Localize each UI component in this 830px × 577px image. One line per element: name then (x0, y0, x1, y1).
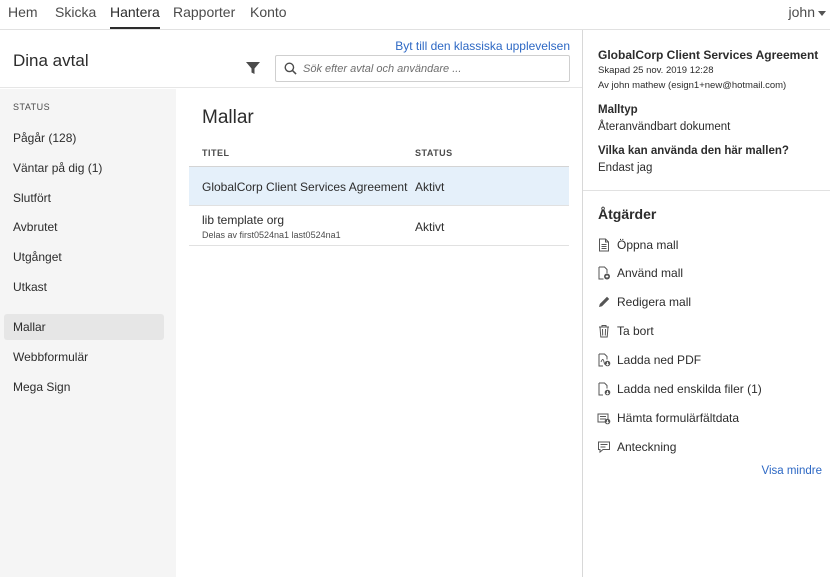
sidebar-item-waiting[interactable]: Väntar på dig (1) (4, 155, 164, 181)
search-field[interactable] (275, 55, 570, 82)
tab-hantera[interactable]: Hantera (110, 4, 160, 29)
download-files-icon (598, 382, 611, 396)
form-data-icon (597, 413, 611, 425)
switch-classic-link[interactable]: Byt till den klassiska upplevelsen (395, 39, 570, 53)
action-label: Ladda ned enskilda filer (1) (617, 382, 762, 396)
note-action[interactable]: Anteckning (597, 437, 676, 457)
chevron-down-icon (818, 10, 826, 16)
list-heading: Mallar (202, 107, 254, 128)
trash-icon (599, 325, 609, 338)
sidebar: STATUS Pågår (128) Väntar på dig (1) Slu… (0, 89, 176, 577)
get-form-data-action[interactable]: Hämta formulärfältdata (597, 408, 739, 428)
show-less-link[interactable]: Visa mindre (761, 465, 822, 477)
download-pdf-action[interactable]: Ladda ned PDF (597, 350, 701, 370)
document-icon (599, 238, 609, 252)
details-title: GlobalCorp Client Services Agreement (598, 48, 819, 62)
tab-konto[interactable]: Konto (250, 4, 287, 20)
sidebar-item-cancelled[interactable]: Avbrutet (4, 214, 164, 240)
table-row[interactable]: lib template org Delas av first0524na1 l… (189, 206, 569, 246)
download-pdf-icon (598, 353, 611, 367)
row-shared-by: Delas av first0524na1 last0524na1 (202, 230, 341, 240)
sidebar-item-mega-sign[interactable]: Mega Sign (4, 374, 164, 400)
open-template-action[interactable]: Öppna mall (597, 235, 678, 255)
row-status: Aktivt (415, 220, 445, 234)
action-label: Öppna mall (617, 238, 679, 252)
action-label: Ta bort (617, 324, 654, 338)
note-icon (598, 441, 610, 454)
user-menu[interactable]: john (789, 4, 826, 20)
action-label: Använd mall (617, 266, 684, 280)
search-icon (284, 62, 297, 75)
template-type-value: Återanvändbart dokument (598, 121, 731, 133)
who-can-use-value: Endast jag (598, 162, 653, 174)
agreements-header: Dina avtal Byt till den klassiska upplev… (0, 30, 582, 88)
top-navigation: Hem Skicka Hantera Rapporter Konto john (0, 0, 830, 30)
created-date: Skapad 25 nov. 2019 12:28 (598, 65, 714, 76)
filter-icon[interactable] (245, 60, 261, 76)
search-input[interactable] (303, 62, 553, 75)
sidebar-item-templates[interactable]: Mallar (4, 314, 164, 340)
sidebar-item-completed[interactable]: Slutfört (4, 185, 164, 211)
action-label: Anteckning (617, 440, 677, 454)
user-name: john (788, 4, 815, 20)
action-label: Ladda ned PDF (617, 353, 702, 367)
sidebar-item-in-progress[interactable]: Pågår (128) (4, 125, 164, 151)
use-template-action[interactable]: Använd mall (597, 263, 683, 283)
actions-heading: Åtgärder (598, 206, 657, 222)
status-section-label: STATUS (13, 102, 51, 112)
download-files-action[interactable]: Ladda ned enskilda filer (1) (597, 379, 762, 399)
column-header-title[interactable]: TITEL (202, 148, 230, 158)
edit-template-action[interactable]: Redigera mall (597, 292, 691, 312)
action-label: Hämta formulärfältdata (617, 411, 740, 425)
tab-skicka[interactable]: Skicka (55, 4, 96, 20)
sidebar-item-web-forms[interactable]: Webbformulär (4, 344, 164, 370)
page-title: Dina avtal (13, 51, 89, 70)
tab-hem[interactable]: Hem (8, 4, 38, 20)
sidebar-item-expired[interactable]: Utgånget (4, 244, 164, 270)
template-type-label: Malltyp (598, 104, 638, 116)
row-title: lib template org (202, 213, 285, 227)
action-label: Redigera mall (617, 295, 692, 309)
templates-list-panel: Mallar TITEL STATUS GlobalCorp Client Se… (176, 89, 582, 577)
row-status: Aktivt (415, 180, 445, 194)
column-header-status[interactable]: STATUS (415, 148, 453, 158)
tab-rapporter[interactable]: Rapporter (173, 4, 235, 20)
created-by: Av john mathew (esign1+new@hotmail.com) (598, 80, 787, 91)
delete-action[interactable]: Ta bort (597, 321, 654, 341)
row-title: GlobalCorp Client Services Agreement (202, 180, 408, 194)
divider (583, 190, 830, 191)
sidebar-item-drafts[interactable]: Utkast (4, 274, 164, 300)
pencil-icon (599, 296, 610, 307)
table-row[interactable]: GlobalCorp Client Services Agreement Akt… (189, 167, 569, 206)
who-can-use-label: Vilka kan använda den här mallen? (598, 145, 789, 157)
use-template-icon (598, 266, 610, 280)
details-panel: GlobalCorp Client Services Agreement Ska… (582, 30, 830, 577)
